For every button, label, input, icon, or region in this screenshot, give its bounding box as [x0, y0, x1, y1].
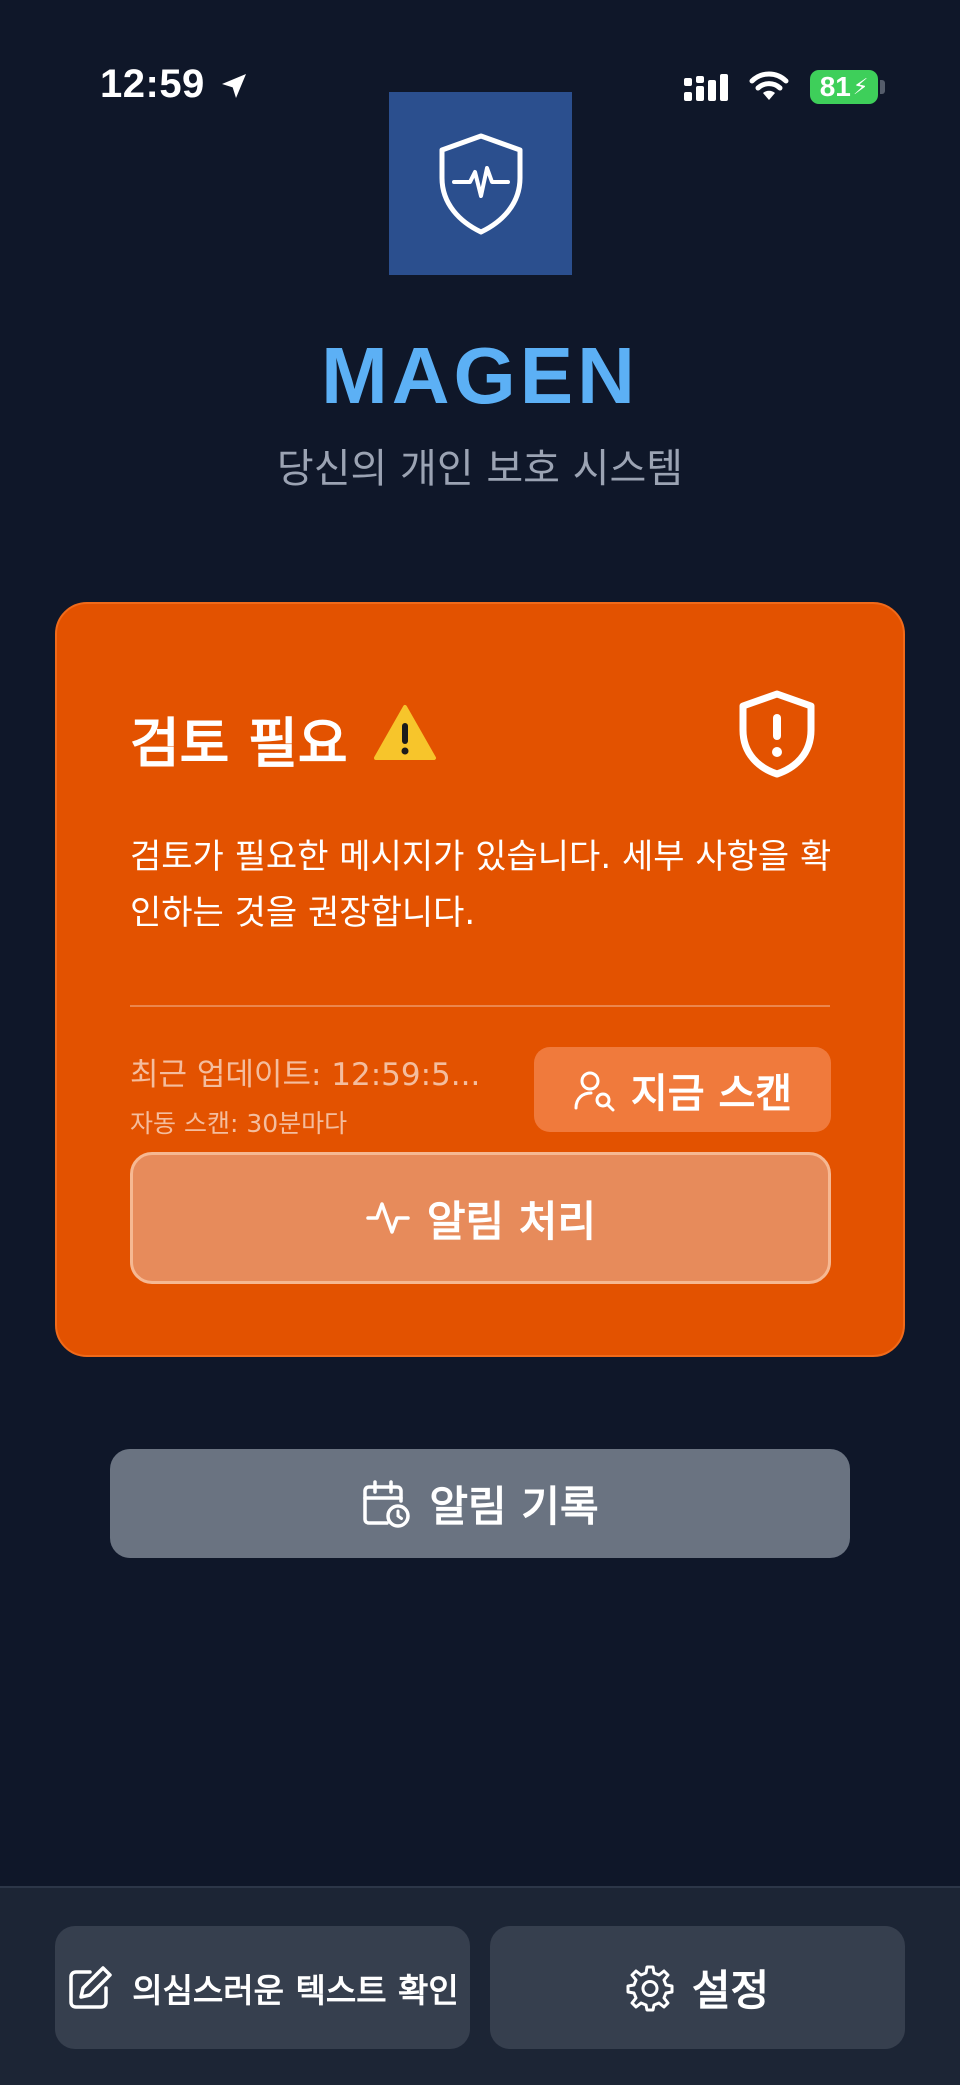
settings-button[interactable]: 설정 — [490, 1926, 905, 2049]
user-search-icon — [574, 1071, 615, 1111]
battery-percent: 81 — [819, 71, 851, 102]
alert-status-card: 검토 필요 검토가 필요한 메시지가 있습니다. 세부 사항을 확인하는 것을 … — [55, 602, 905, 1357]
battery-cap — [880, 80, 885, 94]
auto-scan-text: 자동 스캔: 30분마다 — [130, 1109, 348, 1138]
calendar-clock-icon — [363, 1479, 411, 1528]
card-title: 검토 필요 — [130, 712, 348, 775]
alert-history-button[interactable]: 알림 기록 — [110, 1449, 850, 1558]
shield-heartbeat-icon — [439, 133, 522, 234]
warning-icon — [374, 705, 436, 760]
app-subtitle: 당신의 개인 보호 시스템 — [276, 446, 684, 492]
card-divider — [130, 1005, 830, 1007]
settings-label: 설정 — [691, 1966, 770, 2015]
check-suspicious-text-label: 의심스러운 텍스트 확인 — [132, 1970, 459, 2010]
edit-icon — [69, 1965, 112, 2009]
activity-icon — [366, 1202, 410, 1234]
alert-history-label: 알림 기록 — [429, 1482, 599, 1531]
card-message: 검토가 필요한 메시지가 있습니다. 세부 사항을 확인하는 것을 권장합니다. — [130, 837, 832, 933]
check-suspicious-text-button[interactable]: 의심스러운 텍스트 확인 — [55, 1926, 470, 2049]
app-logo — [389, 92, 572, 275]
scan-now-button[interactable]: 지금 스캔 — [534, 1047, 831, 1132]
handle-alert-button[interactable]: 알림 처리 — [130, 1152, 831, 1284]
gear-icon — [626, 1965, 674, 2011]
status-time: 12:59 — [100, 62, 205, 106]
app-screen: 12:59 81 ⚡ MAGEN 당신의 개인 보호 시스템 검토 필요 검토가… — [0, 0, 960, 2085]
app-title: MAGEN — [321, 331, 639, 420]
battery-charging-icon: 81 ⚡ — [810, 70, 878, 104]
wifi-icon — [749, 71, 789, 100]
bottom-action-bar: 의심스러운 텍스트 확인 설정 — [0, 1886, 960, 2085]
shield-alert-icon — [739, 690, 815, 778]
signal-icon — [684, 74, 728, 101]
scan-now-label: 지금 스캔 — [630, 1070, 793, 1117]
last-update-text: 최근 업데이트: 12:59:5... — [130, 1057, 481, 1093]
location-arrow-icon — [222, 74, 246, 98]
handle-alert-label: 알림 처리 — [426, 1196, 597, 1246]
